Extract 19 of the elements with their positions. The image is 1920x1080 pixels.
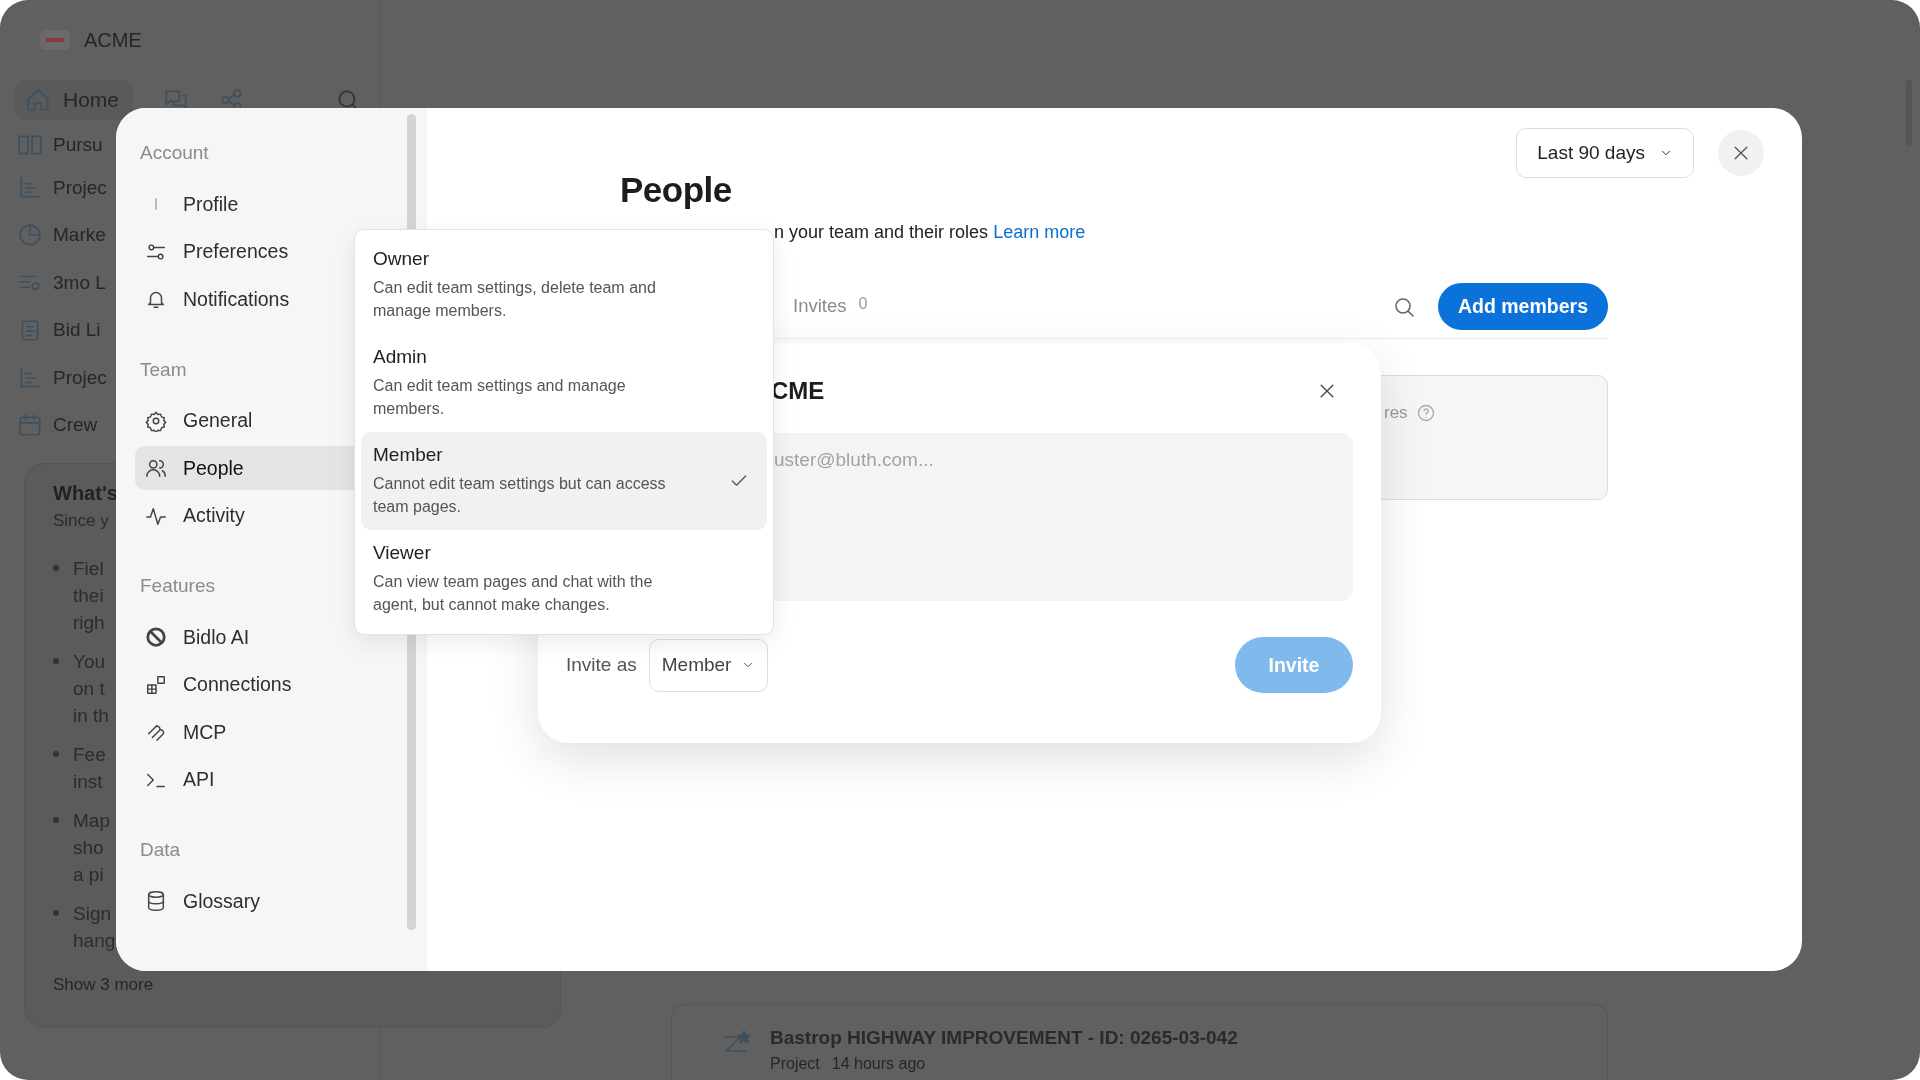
page-title: People — [620, 170, 733, 210]
brand-name: ACME — [84, 28, 142, 52]
page-subtitle: n your team and their roles Learn more — [774, 222, 1087, 243]
role-name: Viewer — [373, 542, 432, 564]
role-name: Member — [373, 444, 444, 466]
role-description: Can edit team settings, delete team and manage members. — [373, 278, 657, 321]
dialog-title: CME — [771, 377, 825, 405]
role-description: Can edit team settings and manage members. — [373, 376, 627, 419]
card-title: What's — [53, 482, 118, 505]
role-name: Owner — [373, 248, 430, 270]
section-heading: Data — [139, 838, 181, 862]
card-text: res — [1384, 403, 1408, 423]
section-heading: Features — [139, 574, 215, 598]
invite-as-label: Invite as — [566, 654, 637, 676]
role-name: Admin — [373, 346, 428, 368]
item-time: 14 hours ago — [831, 1055, 926, 1073]
item-type: Project — [770, 1055, 820, 1073]
section-heading: Account — [139, 141, 209, 165]
section-heading: Team — [139, 357, 187, 382]
